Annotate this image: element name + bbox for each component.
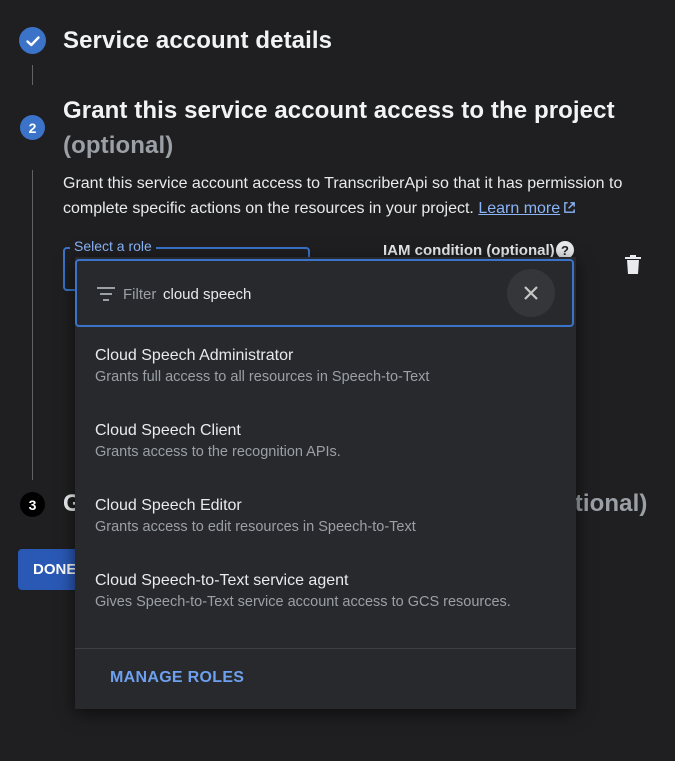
delete-icon[interactable]	[624, 254, 642, 276]
step-2-description: Grant this service account access to Tra…	[63, 171, 663, 221]
step-2-optional: (optional)	[63, 132, 174, 159]
step-2-number: 2	[20, 115, 45, 140]
role-option-title: Cloud Speech-to-Text service agent	[95, 572, 349, 589]
step-3-number: 3	[20, 492, 45, 517]
filter-field[interactable]: Filter	[75, 259, 574, 327]
step-connector	[32, 170, 33, 480]
role-option[interactable]: Cloud Speech Editor Grants access to edi…	[75, 497, 576, 569]
step-2-title: Grant this service account access to the…	[63, 97, 615, 124]
close-icon	[524, 286, 538, 300]
role-option-description: Grants full access to all resources in S…	[95, 369, 430, 385]
role-option-description: Grants access to edit resources in Speec…	[95, 519, 416, 535]
manage-roles-button[interactable]: MANAGE ROLES	[110, 669, 244, 687]
role-option-description: Gives Speech-to-Text service account acc…	[95, 594, 511, 610]
role-option-title: Cloud Speech Administrator	[95, 347, 294, 364]
role-select-label: Select a role	[70, 238, 156, 254]
step-1-check-icon	[19, 27, 46, 54]
external-link-icon	[564, 202, 575, 213]
role-option[interactable]: Cloud Speech Client Grants access to the…	[75, 422, 576, 494]
filter-prefix: Filter	[123, 286, 157, 303]
learn-more-link[interactable]: Learn more	[478, 200, 576, 217]
step-connector	[32, 65, 33, 85]
role-dropdown: Filter Cloud Speech Administrator Grants…	[75, 257, 576, 709]
clear-filter-button[interactable]	[507, 269, 555, 317]
role-option[interactable]: Cloud Speech Administrator Grants full a…	[75, 347, 576, 419]
role-option[interactable]: Cloud Speech-to-Text service agent Gives…	[75, 572, 576, 644]
filter-input[interactable]	[163, 283, 423, 305]
step-1-title[interactable]: Service account details	[63, 27, 332, 55]
role-option-title: Cloud Speech Editor	[95, 497, 242, 514]
role-option-description: Grants access to the recognition APIs.	[95, 444, 341, 460]
divider	[75, 648, 576, 649]
filter-icon	[97, 287, 115, 301]
role-option-title: Cloud Speech Client	[95, 422, 241, 439]
